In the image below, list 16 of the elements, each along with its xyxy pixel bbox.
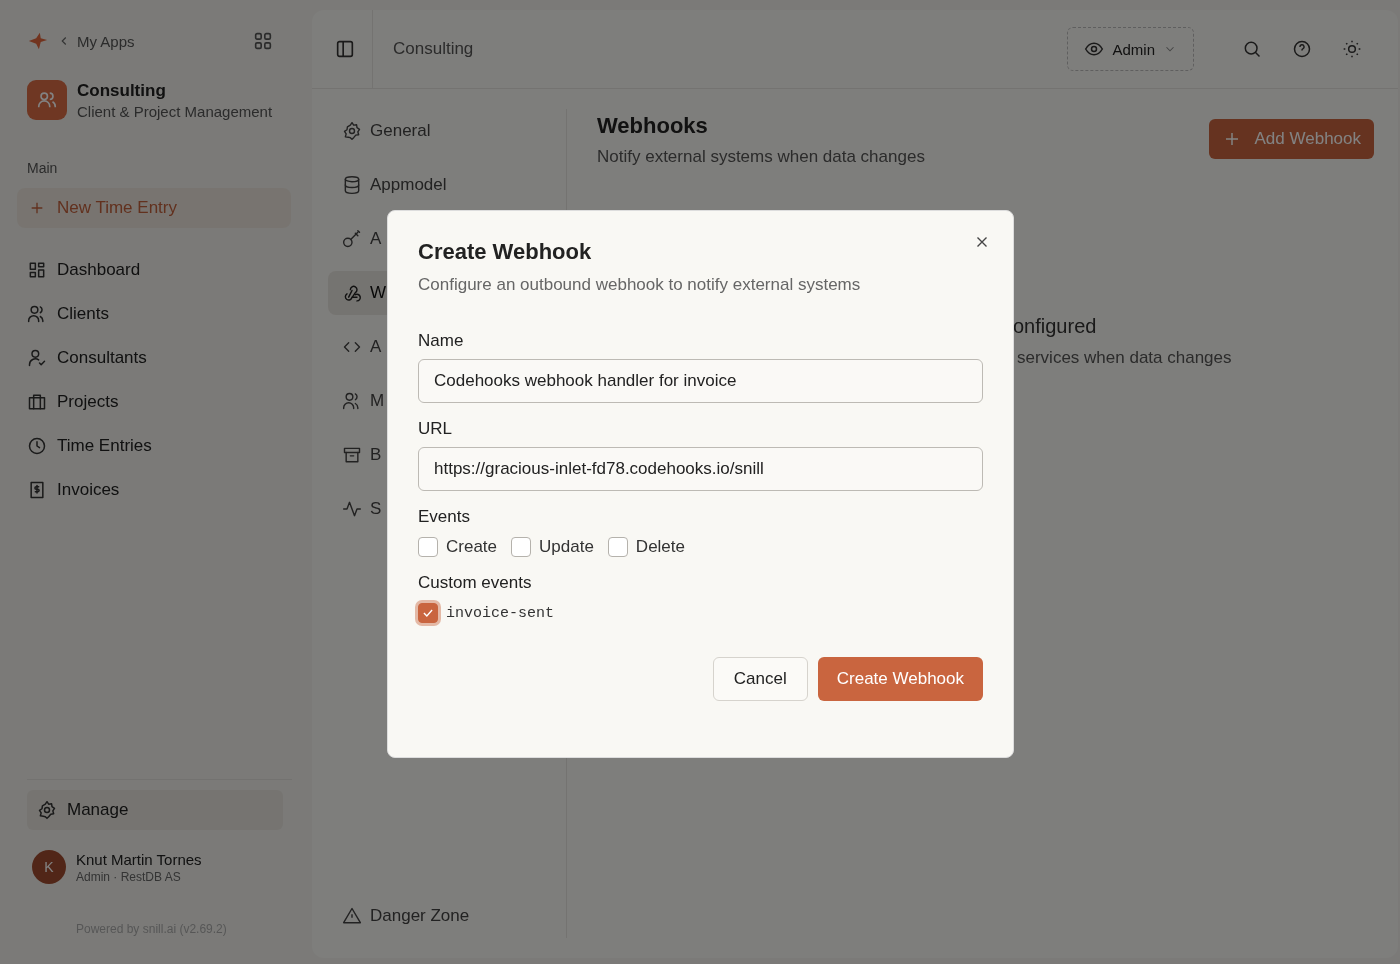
field-label: URL: [418, 419, 453, 439]
app-subtitle: Client & Project Management: [77, 102, 273, 120]
empty-state-title: onfigured: [1013, 315, 1098, 338]
empty-state-text: services when data changes: [1016, 348, 1233, 368]
dialog-title: Create Webhook: [418, 239, 593, 265]
section-title: Webhooks: [597, 113, 709, 139]
dialog-subtitle: Configure an outbound webhook to notify external systems: [418, 275, 862, 295]
app-name: Consulting: [77, 80, 167, 101]
page-title: Consulting: [393, 39, 474, 59]
user-role: Admin · RestDB AS: [76, 869, 182, 884]
section-label: Main: [27, 160, 59, 176]
user-name: Knut Martin Tornes: [76, 850, 202, 868]
field-label: Custom events: [418, 573, 533, 593]
field-label: Name: [418, 331, 465, 351]
section-subtitle: Notify external systems when data changes: [597, 147, 925, 167]
field-label: Events: [418, 507, 471, 527]
